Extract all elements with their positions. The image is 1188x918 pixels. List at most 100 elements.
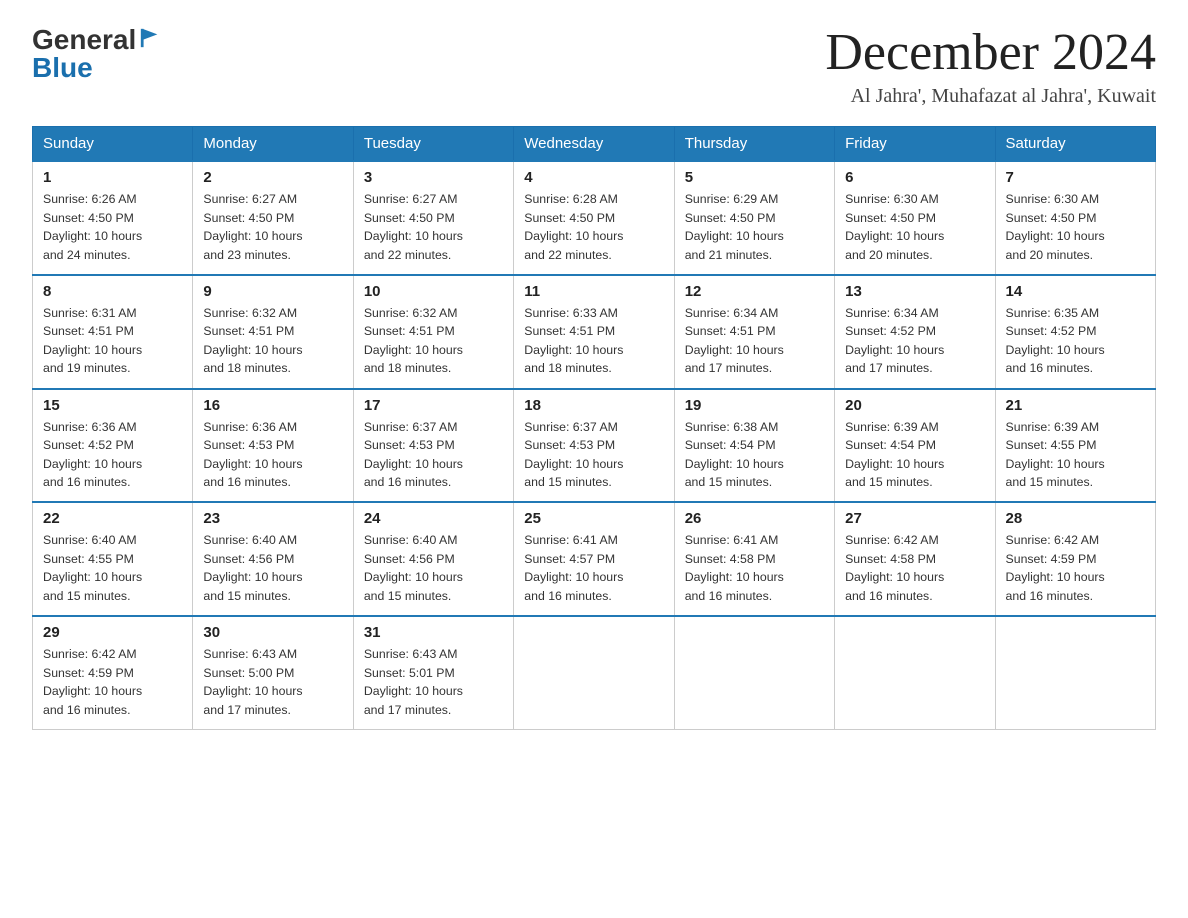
- calendar-cell: 13 Sunrise: 6:34 AMSunset: 4:52 PMDayligh…: [835, 275, 995, 389]
- day-info: Sunrise: 6:34 AMSunset: 4:52 PMDaylight:…: [845, 304, 984, 378]
- day-info: Sunrise: 6:43 AMSunset: 5:01 PMDaylight:…: [364, 645, 503, 719]
- calendar-cell: [514, 616, 674, 729]
- weekday-header-friday: Friday: [835, 127, 995, 162]
- calendar-cell: 26 Sunrise: 6:41 AMSunset: 4:58 PMDayligh…: [674, 502, 834, 616]
- calendar-cell: [995, 616, 1155, 729]
- day-number: 2: [203, 169, 342, 186]
- day-info: Sunrise: 6:28 AMSunset: 4:50 PMDaylight:…: [524, 190, 663, 264]
- day-number: 1: [43, 169, 182, 186]
- day-info: Sunrise: 6:40 AMSunset: 4:55 PMDaylight:…: [43, 531, 182, 605]
- week-row-2: 8 Sunrise: 6:31 AMSunset: 4:51 PMDaylight…: [33, 275, 1156, 389]
- calendar-cell: 12 Sunrise: 6:34 AMSunset: 4:51 PMDayligh…: [674, 275, 834, 389]
- day-number: 24: [364, 510, 503, 527]
- calendar-cell: [674, 616, 834, 729]
- day-info: Sunrise: 6:41 AMSunset: 4:57 PMDaylight:…: [524, 531, 663, 605]
- calendar-cell: 24 Sunrise: 6:40 AMSunset: 4:56 PMDayligh…: [353, 502, 513, 616]
- day-info: Sunrise: 6:40 AMSunset: 4:56 PMDaylight:…: [203, 531, 342, 605]
- day-number: 27: [845, 510, 984, 527]
- day-info: Sunrise: 6:30 AMSunset: 4:50 PMDaylight:…: [845, 190, 984, 264]
- day-number: 6: [845, 169, 984, 186]
- day-info: Sunrise: 6:35 AMSunset: 4:52 PMDaylight:…: [1006, 304, 1145, 378]
- day-info: Sunrise: 6:36 AMSunset: 4:52 PMDaylight:…: [43, 418, 182, 492]
- day-number: 7: [1006, 169, 1145, 186]
- calendar-cell: 8 Sunrise: 6:31 AMSunset: 4:51 PMDaylight…: [33, 275, 193, 389]
- day-info: Sunrise: 6:40 AMSunset: 4:56 PMDaylight:…: [364, 531, 503, 605]
- day-number: 16: [203, 397, 342, 414]
- month-title: December 2024: [825, 24, 1156, 81]
- day-number: 30: [203, 624, 342, 641]
- weekday-header-monday: Monday: [193, 127, 353, 162]
- day-number: 14: [1006, 283, 1145, 300]
- day-number: 22: [43, 510, 182, 527]
- day-info: Sunrise: 6:42 AMSunset: 4:59 PMDaylight:…: [1006, 531, 1145, 605]
- calendar-cell: 19 Sunrise: 6:38 AMSunset: 4:54 PMDayligh…: [674, 389, 834, 503]
- day-number: 15: [43, 397, 182, 414]
- day-number: 23: [203, 510, 342, 527]
- calendar-cell: 22 Sunrise: 6:40 AMSunset: 4:55 PMDayligh…: [33, 502, 193, 616]
- day-number: 29: [43, 624, 182, 641]
- calendar-cell: 30 Sunrise: 6:43 AMSunset: 5:00 PMDayligh…: [193, 616, 353, 729]
- title-block: December 2024 Al Jahra', Muhafazat al Ja…: [825, 24, 1156, 108]
- calendar-table: SundayMondayTuesdayWednesdayThursdayFrid…: [32, 126, 1156, 730]
- page-header: General Blue December 2024 Al Jahra', Mu…: [32, 24, 1156, 108]
- day-number: 11: [524, 283, 663, 300]
- calendar-cell: 28 Sunrise: 6:42 AMSunset: 4:59 PMDayligh…: [995, 502, 1155, 616]
- day-number: 4: [524, 169, 663, 186]
- calendar-cell: 4 Sunrise: 6:28 AMSunset: 4:50 PMDaylight…: [514, 161, 674, 275]
- day-number: 25: [524, 510, 663, 527]
- day-number: 20: [845, 397, 984, 414]
- day-number: 13: [845, 283, 984, 300]
- day-number: 21: [1006, 397, 1145, 414]
- day-info: Sunrise: 6:32 AMSunset: 4:51 PMDaylight:…: [203, 304, 342, 378]
- week-row-4: 22 Sunrise: 6:40 AMSunset: 4:55 PMDayligh…: [33, 502, 1156, 616]
- location-subtitle: Al Jahra', Muhafazat al Jahra', Kuwait: [825, 85, 1156, 108]
- day-number: 8: [43, 283, 182, 300]
- calendar-cell: 15 Sunrise: 6:36 AMSunset: 4:52 PMDayligh…: [33, 389, 193, 503]
- day-number: 28: [1006, 510, 1145, 527]
- day-info: Sunrise: 6:39 AMSunset: 4:54 PMDaylight:…: [845, 418, 984, 492]
- day-info: Sunrise: 6:34 AMSunset: 4:51 PMDaylight:…: [685, 304, 824, 378]
- calendar-cell: 10 Sunrise: 6:32 AMSunset: 4:51 PMDayligh…: [353, 275, 513, 389]
- week-row-3: 15 Sunrise: 6:36 AMSunset: 4:52 PMDayligh…: [33, 389, 1156, 503]
- day-number: 3: [364, 169, 503, 186]
- weekday-header-row: SundayMondayTuesdayWednesdayThursdayFrid…: [33, 127, 1156, 162]
- day-number: 17: [364, 397, 503, 414]
- calendar-cell: 27Sunrise: 6:42 AMSunset: 4:58 PMDayligh…: [835, 502, 995, 616]
- day-info: Sunrise: 6:38 AMSunset: 4:54 PMDaylight:…: [685, 418, 824, 492]
- calendar-cell: 18Sunrise: 6:37 AMSunset: 4:53 PMDayligh…: [514, 389, 674, 503]
- day-info: Sunrise: 6:33 AMSunset: 4:51 PMDaylight:…: [524, 304, 663, 378]
- day-number: 19: [685, 397, 824, 414]
- day-number: 26: [685, 510, 824, 527]
- calendar-cell: 21 Sunrise: 6:39 AMSunset: 4:55 PMDayligh…: [995, 389, 1155, 503]
- calendar-cell: 6 Sunrise: 6:30 AMSunset: 4:50 PMDaylight…: [835, 161, 995, 275]
- day-info: Sunrise: 6:27 AMSunset: 4:50 PMDaylight:…: [364, 190, 503, 264]
- week-row-1: 1 Sunrise: 6:26 AMSunset: 4:50 PMDaylight…: [33, 161, 1156, 275]
- day-number: 12: [685, 283, 824, 300]
- calendar-cell: 11 Sunrise: 6:33 AMSunset: 4:51 PMDayligh…: [514, 275, 674, 389]
- day-info: Sunrise: 6:41 AMSunset: 4:58 PMDaylight:…: [685, 531, 824, 605]
- day-number: 10: [364, 283, 503, 300]
- logo-flag-icon: [139, 27, 161, 54]
- calendar-cell: 14 Sunrise: 6:35 AMSunset: 4:52 PMDayligh…: [995, 275, 1155, 389]
- calendar-cell: 29 Sunrise: 6:42 AMSunset: 4:59 PMDayligh…: [33, 616, 193, 729]
- day-number: 9: [203, 283, 342, 300]
- day-info: Sunrise: 6:39 AMSunset: 4:55 PMDaylight:…: [1006, 418, 1145, 492]
- day-info: Sunrise: 6:26 AMSunset: 4:50 PMDaylight:…: [43, 190, 182, 264]
- day-info: Sunrise: 6:32 AMSunset: 4:51 PMDaylight:…: [364, 304, 503, 378]
- day-info: Sunrise: 6:31 AMSunset: 4:51 PMDaylight:…: [43, 304, 182, 378]
- day-info: Sunrise: 6:37 AMSunset: 4:53 PMDaylight:…: [364, 418, 503, 492]
- day-info: Sunrise: 6:43 AMSunset: 5:00 PMDaylight:…: [203, 645, 342, 719]
- day-number: 31: [364, 624, 503, 641]
- calendar-cell: 3 Sunrise: 6:27 AMSunset: 4:50 PMDaylight…: [353, 161, 513, 275]
- day-info: Sunrise: 6:29 AMSunset: 4:50 PMDaylight:…: [685, 190, 824, 264]
- calendar-cell: 1 Sunrise: 6:26 AMSunset: 4:50 PMDaylight…: [33, 161, 193, 275]
- calendar-cell: 25 Sunrise: 6:41 AMSunset: 4:57 PMDayligh…: [514, 502, 674, 616]
- logo-blue-text: Blue: [32, 52, 161, 84]
- day-info: Sunrise: 6:37 AMSunset: 4:53 PMDaylight:…: [524, 418, 663, 492]
- logo: General Blue: [32, 24, 161, 84]
- day-info: Sunrise: 6:36 AMSunset: 4:53 PMDaylight:…: [203, 418, 342, 492]
- day-info: Sunrise: 6:42 AMSunset: 4:59 PMDaylight:…: [43, 645, 182, 719]
- weekday-header-sunday: Sunday: [33, 127, 193, 162]
- day-number: 5: [685, 169, 824, 186]
- calendar-cell: 16 Sunrise: 6:36 AMSunset: 4:53 PMDayligh…: [193, 389, 353, 503]
